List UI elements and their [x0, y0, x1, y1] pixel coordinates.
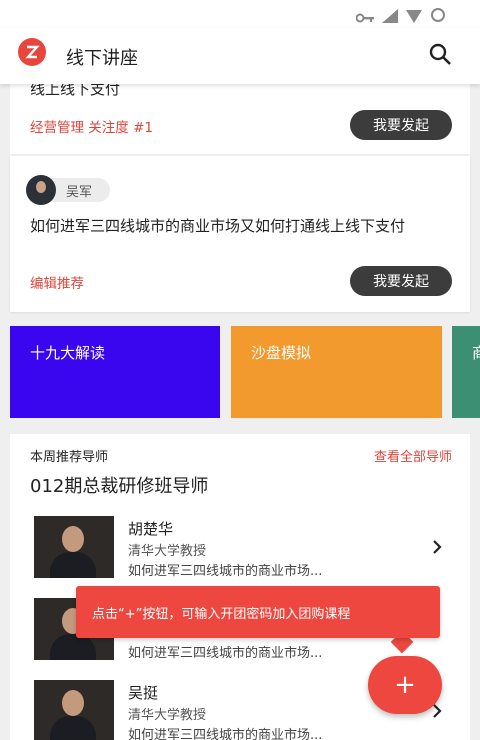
app-bar: 线下讲座	[0, 28, 480, 84]
status-bar	[0, 0, 480, 28]
tutor-name: 胡楚华	[128, 520, 174, 538]
tutor-row[interactable]: 胡楚华 清华大学教授 如何进军三四线城市的商业市场...	[10, 516, 470, 592]
search-button[interactable]	[428, 42, 454, 68]
search-icon	[429, 43, 451, 65]
tutor-photo	[34, 516, 114, 578]
group-buy-tooltip: 点击“+”按钮，可输入开团密码加入团购课程	[76, 586, 440, 638]
avatar	[26, 175, 56, 205]
lecture-tag: 编辑推荐	[30, 276, 84, 292]
tutor-description: 如何进军三四线城市的商业市场...	[128, 646, 323, 661]
section-label: 本周推荐导师	[30, 450, 109, 465]
start-lecture-button[interactable]: 我要发起	[350, 110, 452, 140]
lecture-card[interactable]: 线上线下支付 经营管理 关注度 #1 我要发起	[10, 80, 470, 154]
tutor-role: 清华大学教授	[128, 544, 207, 559]
tutor-name: 吴挺	[128, 684, 159, 702]
category-tile-partial[interactable]: 商	[452, 326, 480, 418]
lecture-tag: 经营管理 关注度 #1	[30, 120, 153, 136]
category-tile-19th-congress[interactable]: 十九大解读	[10, 326, 220, 418]
page-title: 线下讲座	[66, 48, 138, 69]
app-logo-icon	[18, 38, 46, 66]
start-lecture-button[interactable]: 我要发起	[350, 266, 452, 296]
add-fab-button[interactable]: +	[368, 656, 442, 714]
tutor-role: 清华大学教授	[128, 708, 207, 723]
category-label: 沙盘模拟	[251, 344, 312, 362]
battery-icon	[430, 7, 446, 27]
key-icon	[355, 8, 374, 27]
signal-icon	[382, 8, 398, 27]
tooltip-text: 点击“+”按钮，可输入开团密码加入团购课程	[92, 606, 351, 622]
tutor-photo	[34, 680, 114, 740]
category-label: 十九大解读	[30, 344, 106, 362]
lecture-card[interactable]: 吴军 如何进军三四线城市的商业市场又如何打通线上线下支付 编辑推荐 我要发起	[10, 156, 470, 312]
tutor-description: 如何进军三四线城市的商业市场...	[128, 728, 323, 740]
see-all-tutors-link[interactable]: 查看全部导师	[374, 446, 452, 465]
class-title: 012期总裁研修班导师	[30, 476, 209, 497]
lecture-title: 如何进军三四线城市的商业市场又如何打通线上线下支付	[30, 217, 406, 235]
tutor-description: 如何进军三四线城市的商业市场...	[128, 564, 323, 579]
chevron-right-icon	[433, 540, 442, 554]
category-label: 商	[472, 344, 480, 362]
author-chip[interactable]: 吴军	[26, 175, 111, 205]
plus-icon: +	[394, 670, 416, 700]
category-tile-sandbox[interactable]: 沙盘模拟	[231, 326, 442, 418]
author-name: 吴军	[66, 184, 93, 200]
wifi-icon	[406, 8, 422, 27]
